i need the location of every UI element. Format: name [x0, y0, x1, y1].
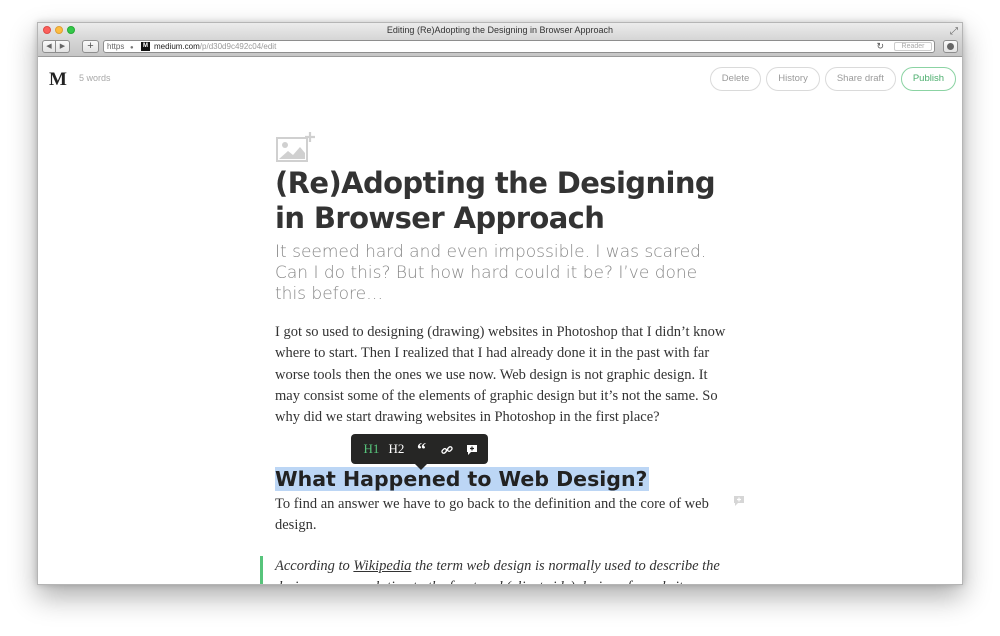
paragraph[interactable]: I got so used to designing (drawing) web…	[275, 322, 735, 428]
heading1-button[interactable]: H1	[359, 437, 384, 461]
post-title[interactable]: (Re)Adopting the Designing in Browser Ap…	[275, 166, 735, 236]
browser-toolbar: ◀ ▶ + https ● M medium.com/p/d30d9c492c0…	[38, 38, 962, 57]
favicon-icon: M	[141, 42, 150, 51]
wikipedia-link[interactable]: Wikipedia	[353, 558, 411, 574]
delete-button[interactable]: Delete	[709, 67, 762, 91]
window-controls	[43, 26, 75, 34]
nav-buttons: ◀ ▶	[42, 40, 70, 53]
url-scheme: https	[107, 42, 125, 51]
lock-icon: ●	[130, 45, 134, 51]
post-subtitle[interactable]: It seemed hard and even impossible. I wa…	[275, 242, 715, 305]
browser-window: Editing (Re)Adopting the Designing in Br…	[37, 22, 963, 585]
add-image-icon[interactable]	[276, 131, 316, 163]
close-window-button[interactable]	[43, 26, 51, 34]
zoom-window-button[interactable]	[67, 26, 75, 34]
format-toolbar: H1 H2 “	[351, 434, 488, 470]
url-domain: medium.com	[154, 42, 200, 51]
blockquote[interactable]: According to Wikipedia the term web desi…	[275, 556, 735, 584]
downloads-icon	[947, 43, 954, 50]
history-button[interactable]: History	[766, 67, 820, 91]
share-draft-button[interactable]: Share draft	[824, 67, 896, 91]
publish-button[interactable]: Publish	[900, 67, 956, 91]
editor-page: M 5 words Delete History Share draft Pub…	[38, 58, 962, 584]
editor-actions: Delete History Share draft Publish	[709, 67, 956, 91]
section-heading[interactable]: What Happened to Web Design?	[275, 466, 650, 493]
medium-logo[interactable]: M	[49, 69, 67, 91]
window-title: Editing (Re)Adopting the Designing in Br…	[386, 25, 614, 35]
url-text: medium.com/p/d30d9c492c04/edit	[154, 41, 276, 52]
link-icon	[440, 446, 453, 454]
new-tab-button[interactable]: +	[82, 40, 99, 53]
blockquote-bar	[260, 556, 263, 584]
fullscreen-icon[interactable]: ⤢	[950, 24, 958, 39]
address-bar[interactable]: https ● M medium.com/p/d30d9c492c04/edit…	[103, 40, 935, 53]
comment-plus-icon	[466, 445, 477, 456]
comment-button[interactable]	[459, 437, 484, 461]
forward-button[interactable]: ▶	[56, 40, 70, 53]
quote-prefix: According to	[275, 558, 354, 574]
selected-heading-text[interactable]: What Happened to Web Design?	[275, 467, 650, 491]
word-count: 5 words	[79, 73, 111, 83]
reload-icon[interactable]: ↻	[876, 41, 884, 52]
url-path: /p/d30d9c492c04/edit	[199, 42, 277, 51]
section-comment-icon[interactable]	[733, 495, 745, 507]
quote-button[interactable]: “	[409, 437, 434, 461]
back-button[interactable]: ◀	[42, 40, 56, 53]
minimize-window-button[interactable]	[55, 26, 63, 34]
paragraph[interactable]: To find an answer we have to go back to …	[275, 494, 735, 537]
reader-button[interactable]: Reader	[894, 42, 932, 51]
heading2-button[interactable]: H2	[384, 437, 409, 461]
title-bar: Editing (Re)Adopting the Designing in Br…	[38, 23, 962, 38]
downloads-button[interactable]	[943, 40, 958, 53]
link-button[interactable]	[434, 437, 459, 461]
